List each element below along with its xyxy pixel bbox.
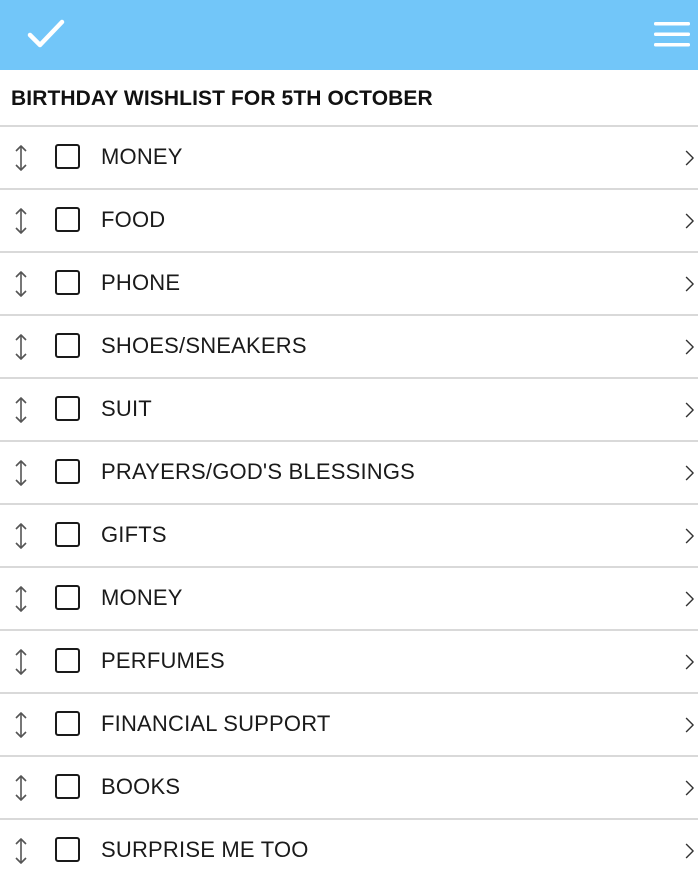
item-checkbox[interactable] xyxy=(55,459,80,484)
list-item[interactable]: SURPRISE ME TOO xyxy=(0,818,698,876)
drag-handle-icon[interactable] xyxy=(11,837,31,865)
list-item[interactable]: PERFUMES xyxy=(0,629,698,692)
done-button[interactable] xyxy=(22,12,70,56)
list-item[interactable]: GIFTS xyxy=(0,503,698,566)
drag-handle-icon[interactable] xyxy=(11,648,31,676)
list-item[interactable]: SHOES/SNEAKERS xyxy=(0,314,698,377)
item-label: FOOD xyxy=(101,207,166,232)
app-window: BIRTHDAY WISHLIST FOR 5TH OCTOBER MONEY xyxy=(0,0,698,876)
item-label: SURPRISE ME TOO xyxy=(101,837,309,862)
list-title: BIRTHDAY WISHLIST FOR 5TH OCTOBER xyxy=(11,87,433,110)
item-label: PHONE xyxy=(101,270,181,295)
chevron-right-icon xyxy=(684,272,698,296)
menu-button[interactable] xyxy=(650,12,694,56)
drag-handle-icon[interactable] xyxy=(11,270,31,298)
chevron-right-icon xyxy=(684,209,698,233)
drag-handle-icon[interactable] xyxy=(11,522,31,550)
chevron-right-icon xyxy=(684,839,698,863)
list-item[interactable]: PHONE xyxy=(0,251,698,314)
item-label: BOOKS xyxy=(101,774,181,799)
chevron-right-icon xyxy=(684,650,698,674)
item-label: MONEY xyxy=(101,144,183,169)
item-checkbox[interactable] xyxy=(55,333,80,358)
list-item[interactable]: MONEY xyxy=(0,566,698,629)
item-checkbox[interactable] xyxy=(55,585,80,610)
list-item[interactable]: MONEY xyxy=(0,125,698,188)
check-icon xyxy=(27,19,65,48)
list-item[interactable]: FINANCIAL SUPPORT xyxy=(0,692,698,755)
item-label: PRAYERS/GOD'S BLESSINGS xyxy=(101,459,416,484)
chevron-right-icon xyxy=(684,146,698,170)
list-item[interactable]: PRAYERS/GOD'S BLESSINGS xyxy=(0,440,698,503)
chevron-right-icon xyxy=(684,776,698,800)
chevron-right-icon xyxy=(684,713,698,737)
list-item[interactable]: BOOKS xyxy=(0,755,698,818)
drag-handle-icon[interactable] xyxy=(11,585,31,613)
drag-handle-icon[interactable] xyxy=(11,333,31,361)
item-checkbox[interactable] xyxy=(55,207,80,232)
chevron-right-icon xyxy=(684,461,698,485)
chevron-right-icon xyxy=(684,524,698,548)
item-checkbox[interactable] xyxy=(55,144,80,169)
chevron-right-icon xyxy=(684,587,698,611)
list-item[interactable]: SUIT xyxy=(0,377,698,440)
item-label: SHOES/SNEAKERS xyxy=(101,333,307,358)
item-checkbox[interactable] xyxy=(55,711,80,736)
drag-handle-icon[interactable] xyxy=(11,459,31,487)
item-label: PERFUMES xyxy=(101,648,225,673)
list-item[interactable]: FOOD xyxy=(0,188,698,251)
item-label: FINANCIAL SUPPORT xyxy=(101,711,331,736)
drag-handle-icon[interactable] xyxy=(11,774,31,802)
item-checkbox[interactable] xyxy=(55,648,80,673)
chevron-right-icon xyxy=(684,335,698,359)
item-checkbox[interactable] xyxy=(55,522,80,547)
drag-handle-icon[interactable] xyxy=(11,711,31,739)
drag-handle-icon[interactable] xyxy=(11,207,31,235)
item-checkbox[interactable] xyxy=(55,396,80,421)
wishlist: MONEY FOOD PHONE SHOES/SNEAKERS SUIT PRA… xyxy=(0,125,698,876)
drag-handle-icon[interactable] xyxy=(11,144,31,172)
top-app-bar xyxy=(0,0,698,70)
item-label: MONEY xyxy=(101,585,183,610)
item-label: SUIT xyxy=(101,396,152,421)
chevron-right-icon xyxy=(684,398,698,422)
item-checkbox[interactable] xyxy=(55,270,80,295)
drag-handle-icon[interactable] xyxy=(11,396,31,424)
item-label: GIFTS xyxy=(101,522,167,547)
item-checkbox[interactable] xyxy=(55,774,80,799)
item-checkbox[interactable] xyxy=(55,837,80,862)
hamburger-menu-icon xyxy=(654,22,690,47)
